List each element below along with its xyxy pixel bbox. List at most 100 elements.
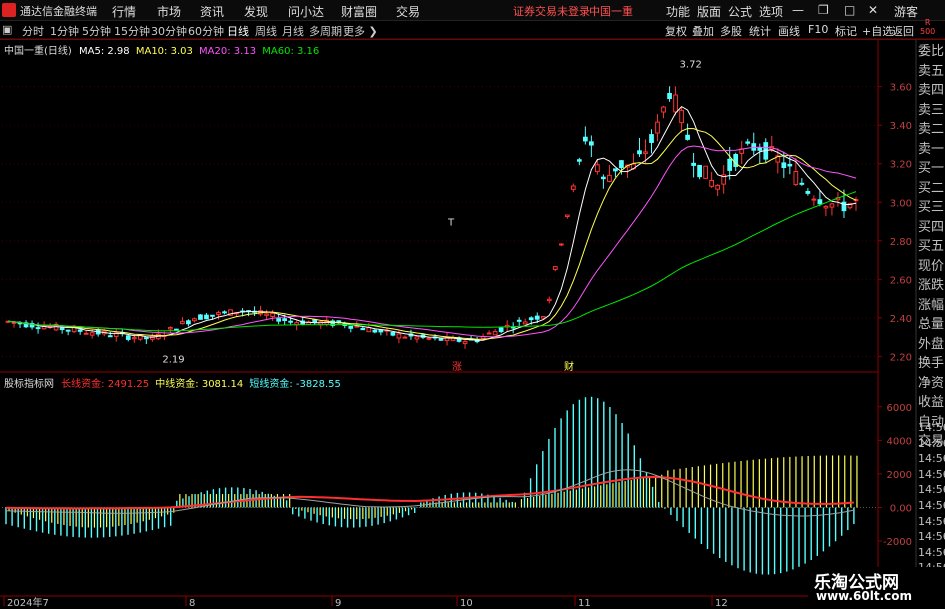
candle-body bbox=[180, 321, 185, 325]
side-label[interactable]: 换手 bbox=[918, 354, 945, 374]
candle-body bbox=[378, 329, 384, 333]
side-label[interactable]: 卖一 bbox=[918, 140, 945, 160]
kline-chart[interactable]: 3.72 2.19 T 涨 财 3.60 3.40 3.20 3.00 2.80 2.60 2.40… bbox=[0, 0, 945, 609]
candle-body bbox=[564, 214, 570, 218]
cai-marker: 财 bbox=[564, 360, 574, 373]
candle-body bbox=[787, 163, 793, 167]
candle-body bbox=[661, 106, 666, 113]
tick-time: 14:56 bbox=[918, 436, 945, 450]
candle-body bbox=[582, 136, 588, 142]
candle-body bbox=[77, 329, 83, 332]
side-label[interactable]: 买二 bbox=[918, 179, 945, 199]
side-label[interactable]: 买一 bbox=[918, 159, 945, 179]
candle-body bbox=[697, 164, 702, 178]
candle-body bbox=[781, 162, 787, 169]
candle-body bbox=[589, 141, 594, 146]
candle-body bbox=[360, 327, 366, 331]
price-tick-label: 2.40 bbox=[890, 314, 912, 325]
candle-body bbox=[691, 162, 696, 166]
legend-short-fund: 短线资金: -3828.55 bbox=[249, 379, 341, 390]
quote-side-panel: 委比 卖五 卖四 卖三 卖二 卖一 买一 买二 买三 买四 买五 现价 涨跌 涨… bbox=[918, 42, 945, 452]
legend-mid-fund: 中线资金: 3081.14 bbox=[155, 379, 244, 390]
candle-body bbox=[576, 159, 582, 162]
side-label[interactable]: 委比 bbox=[918, 42, 945, 62]
candle-body bbox=[107, 335, 113, 338]
candle-body bbox=[757, 147, 763, 151]
candle-body bbox=[745, 141, 751, 144]
candle-body bbox=[528, 317, 534, 321]
side-label[interactable]: 涨跌 bbox=[918, 276, 945, 296]
high-price-label: 3.72 bbox=[680, 59, 702, 70]
candle-body bbox=[210, 314, 215, 317]
candle-body bbox=[667, 92, 672, 100]
candle-body bbox=[438, 338, 444, 341]
tick-time: 14:56 bbox=[918, 530, 945, 544]
candle-body bbox=[655, 121, 660, 134]
candle-body bbox=[805, 190, 811, 194]
candle-body bbox=[143, 337, 149, 340]
side-label[interactable]: 总量 bbox=[918, 315, 945, 335]
indicator-panel[interactable] bbox=[2, 396, 876, 575]
tick-time: 14:56 bbox=[918, 498, 945, 512]
ma5-line bbox=[7, 105, 857, 341]
side-label[interactable]: 买三 bbox=[918, 198, 945, 218]
candle-body bbox=[540, 316, 546, 319]
candle-body bbox=[685, 134, 690, 140]
candle-body bbox=[402, 336, 408, 339]
side-label[interactable]: 现价 bbox=[918, 257, 945, 277]
side-label[interactable]: 卖四 bbox=[918, 81, 945, 101]
price-tick-label: 3.20 bbox=[890, 160, 912, 171]
side-label[interactable]: 外盘 bbox=[918, 335, 945, 355]
side-label[interactable]: 收益 bbox=[918, 393, 945, 413]
candle-body bbox=[372, 329, 378, 333]
candle-body bbox=[793, 171, 799, 185]
candle-body bbox=[637, 150, 642, 155]
candle-body bbox=[492, 331, 498, 336]
tick-time: 14:56 bbox=[918, 545, 945, 559]
candle-body bbox=[11, 321, 17, 324]
ma20-line bbox=[7, 145, 857, 338]
candle-body bbox=[607, 174, 612, 182]
side-label[interactable]: 卖五 bbox=[918, 62, 945, 82]
candle-body bbox=[59, 327, 65, 331]
candle-body bbox=[125, 335, 131, 340]
candle-body bbox=[83, 332, 89, 335]
candle-body bbox=[192, 318, 197, 322]
candle-body bbox=[552, 266, 558, 270]
candle-body bbox=[679, 109, 684, 124]
price-panel[interactable]: 3.72 2.19 T 涨 财 bbox=[5, 59, 859, 373]
candle-body bbox=[829, 203, 835, 208]
candle-body bbox=[703, 165, 708, 179]
price-legend-title[interactable]: 中国一重(日线) bbox=[4, 46, 72, 57]
tick-time: 14:56 bbox=[918, 483, 945, 497]
candle-body bbox=[643, 151, 648, 154]
tick-time-list: 14:56 14:56 14:56 14:56 14:56 14:56 14:5… bbox=[918, 420, 945, 576]
side-label[interactable]: 买五 bbox=[918, 237, 945, 257]
price-tick-label: 2.60 bbox=[890, 275, 912, 286]
candle-body bbox=[222, 311, 227, 314]
candle-body bbox=[811, 198, 817, 201]
price-tick-label: 2.80 bbox=[890, 237, 912, 248]
legend-ma5: MA5: 2.98 bbox=[79, 46, 130, 57]
candle-body bbox=[348, 325, 354, 329]
side-label[interactable]: 卖二 bbox=[918, 120, 945, 140]
side-label[interactable]: 买四 bbox=[918, 218, 945, 238]
indicator-tick-label: 0.00 bbox=[890, 503, 912, 514]
candle-body bbox=[216, 312, 221, 316]
candle-body bbox=[288, 320, 294, 323]
date-tick-label: 9 bbox=[335, 598, 341, 609]
candle-body bbox=[131, 337, 137, 340]
low-price-label: 2.19 bbox=[162, 354, 184, 365]
candle-body bbox=[649, 134, 654, 143]
side-label[interactable]: 净资 bbox=[918, 374, 945, 394]
price-tick-label: 3.40 bbox=[890, 121, 912, 132]
candle-body bbox=[168, 327, 173, 330]
date-tick-label: 12 bbox=[715, 598, 728, 609]
candle-body bbox=[546, 298, 552, 302]
side-label[interactable]: 卖三 bbox=[918, 101, 945, 121]
candle-body bbox=[186, 320, 191, 325]
side-label[interactable]: 涨幅 bbox=[918, 296, 945, 316]
indicator-legend-title[interactable]: 股标指标网 bbox=[4, 379, 54, 390]
indicator-legend: 股标指标网 长线资金: 2491.25 中线资金: 3081.14 短线资金: … bbox=[4, 375, 341, 390]
candle-body bbox=[709, 179, 715, 187]
